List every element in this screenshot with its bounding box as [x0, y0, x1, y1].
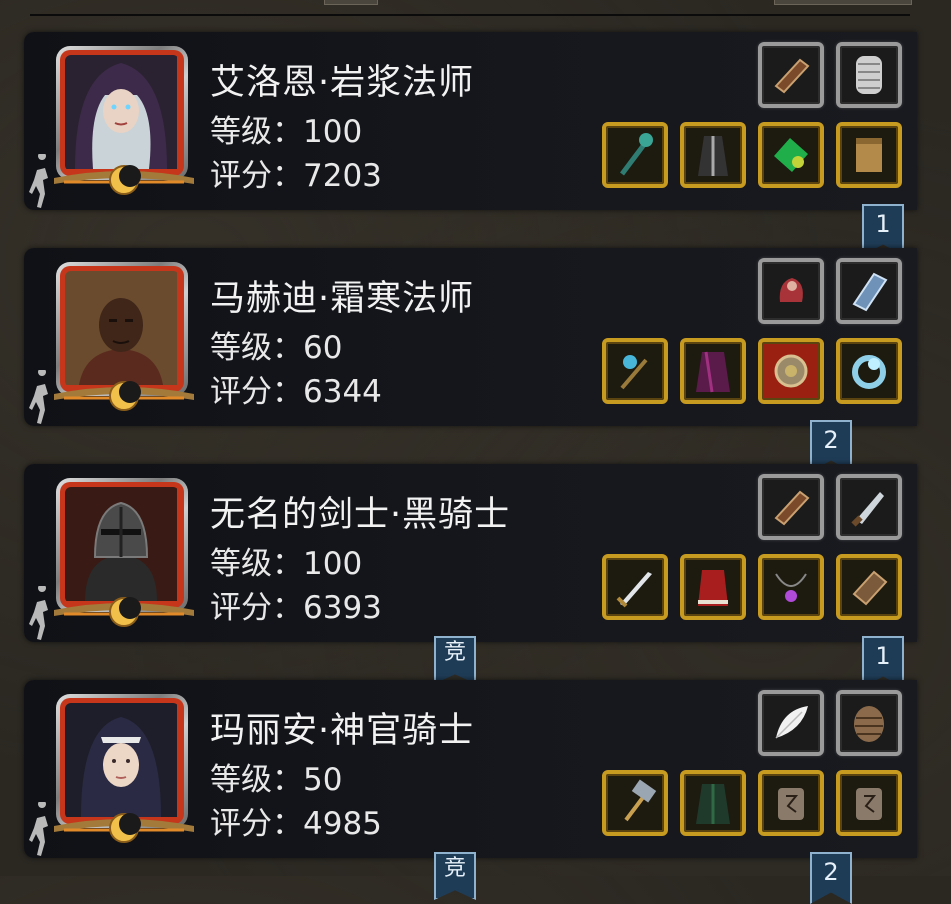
hero-score: 评分：7203	[210, 158, 382, 194]
gauntlet-icon[interactable]	[836, 554, 902, 620]
sword-icon[interactable]	[602, 554, 668, 620]
hero-level: 等级：50	[210, 762, 343, 798]
sorceress-portrait-icon	[65, 55, 177, 169]
hero-level: 等级：100	[210, 546, 363, 582]
hero-name: 无名的剑士·黑骑士	[210, 495, 511, 535]
emerald-ring-icon[interactable]	[758, 122, 824, 188]
hero-score: 评分：4985	[210, 806, 382, 842]
hero-emblem-icon	[54, 165, 194, 195]
mage-portrait-icon	[65, 271, 177, 385]
scroll-icon[interactable]	[836, 122, 902, 188]
hero-card[interactable]: 马赫迪·霜寒法师 等级：60 评分：6344	[24, 248, 917, 426]
hero-score: 评分：6344	[210, 374, 382, 410]
dagger-icon[interactable]	[836, 474, 902, 540]
feather-icon[interactable]	[758, 690, 824, 756]
amulet-icon[interactable]	[758, 338, 824, 404]
rune-stone-icon[interactable]	[836, 770, 902, 836]
scepter-icon[interactable]	[602, 338, 668, 404]
bracer-icon[interactable]	[758, 42, 824, 108]
hero-name: 玛丽安·神官骑士	[210, 711, 475, 751]
hammer-icon[interactable]	[602, 770, 668, 836]
chainmail-icon[interactable]	[836, 42, 902, 108]
shell-armor-icon[interactable]	[836, 690, 902, 756]
ice-ring-icon[interactable]	[836, 338, 902, 404]
running-figure-icon	[29, 802, 48, 856]
hero-score: 评分：6393	[210, 590, 382, 626]
cloak-icon[interactable]	[680, 338, 746, 404]
top-tab-right[interactable]	[774, 0, 912, 5]
competition-badge: 竞	[434, 852, 476, 900]
running-figure-icon	[29, 586, 48, 640]
top-tab-left[interactable]	[324, 0, 378, 5]
hero-level: 等级：100	[210, 114, 363, 150]
running-figure-icon	[29, 370, 48, 424]
rune-stone-icon[interactable]	[758, 770, 824, 836]
bracer-icon[interactable]	[758, 474, 824, 540]
paladin-portrait-icon	[65, 703, 177, 817]
competition-badge: 竞	[434, 636, 476, 684]
black-knight-portrait-icon	[65, 487, 177, 601]
hero-level: 等级：60	[210, 330, 343, 366]
spellbook-icon[interactable]	[836, 258, 902, 324]
running-figure-icon	[29, 154, 48, 208]
hero-name: 艾洛恩·岩浆法师	[210, 63, 475, 103]
hero-card[interactable]: 玛丽安·神官骑士 等级：50 评分：4985	[24, 680, 917, 858]
robe-icon[interactable]	[680, 122, 746, 188]
red-cape-icon[interactable]	[680, 554, 746, 620]
rank-ribbon: 2	[810, 852, 852, 904]
top-divider	[30, 14, 910, 16]
green-robe-icon[interactable]	[680, 770, 746, 836]
staff-icon[interactable]	[602, 122, 668, 188]
hero-emblem-icon	[54, 813, 194, 843]
hero-card[interactable]: 无名的剑士·黑骑士 等级：100 评分：6393	[24, 464, 917, 642]
hero-card[interactable]: 艾洛恩·岩浆法师 等级：100 评分：7203	[24, 32, 917, 210]
hero-name: 马赫迪·霜寒法师	[210, 279, 475, 319]
hero-emblem-icon	[54, 381, 194, 411]
necklace-icon[interactable]	[758, 554, 824, 620]
hero-emblem-icon	[54, 597, 194, 627]
gauntlet-icon[interactable]	[758, 258, 824, 324]
